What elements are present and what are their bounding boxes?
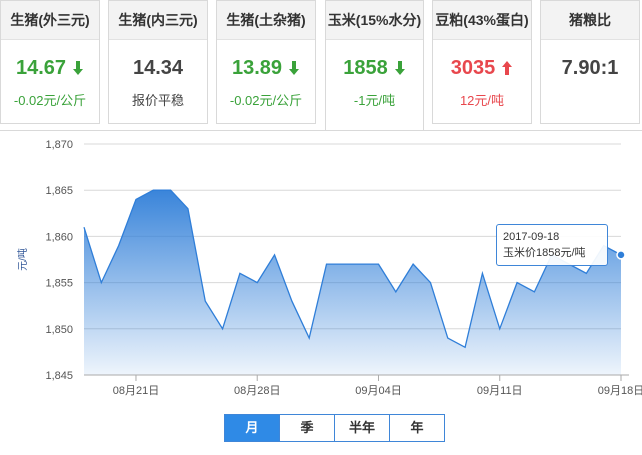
card-value: 14.34 bbox=[132, 57, 184, 79]
arrow-down-icon bbox=[394, 61, 405, 75]
y-tick-label: 1,870 bbox=[45, 139, 73, 151]
chart-tooltip: 2017-09-18 玉米价1858元/吨 bbox=[496, 224, 608, 266]
card-value: 1858 bbox=[326, 57, 423, 80]
card-title: 猪粮比 bbox=[541, 1, 639, 40]
x-tick-label: 09月04日 bbox=[355, 385, 401, 397]
y-tick-label: 1,850 bbox=[45, 324, 73, 336]
arrow-down-icon bbox=[73, 61, 84, 75]
card-title: 生猪(内三元) bbox=[109, 1, 207, 40]
y-tick-label: 1,860 bbox=[45, 231, 73, 243]
card-pig-grain-ratio[interactable]: 猪粮比 7.90:1 bbox=[540, 0, 640, 124]
card-title: 玉米(15%水分) bbox=[326, 1, 423, 40]
arrow-up-icon bbox=[502, 61, 513, 75]
period-halfyear-button[interactable]: 半年 bbox=[334, 414, 390, 442]
card-soymeal[interactable]: 豆粕(43%蛋白) 3035 12元/吨 bbox=[432, 0, 532, 124]
card-title: 生猪(土杂猪) bbox=[217, 1, 315, 40]
price-cards: 生猪(外三元) 14.67 -0.02元/公斤 生猪(内三元) 14.34 报价… bbox=[0, 0, 642, 130]
card-change: 报价平稳 bbox=[131, 93, 184, 108]
highlight-point bbox=[616, 250, 626, 260]
x-tick-label: 08月21日 bbox=[113, 385, 159, 397]
period-selector: 月 季 半年 年 bbox=[224, 414, 445, 442]
tooltip-value: 玉米价1858元/吨 bbox=[503, 247, 586, 259]
card-value: 7.90:1 bbox=[561, 57, 619, 79]
card-change: 12元/吨 bbox=[459, 93, 505, 108]
card-change: -1元/吨 bbox=[353, 93, 396, 108]
tooltip-date: 2017-09-18 bbox=[503, 231, 560, 243]
card-change: -0.02元/公斤 bbox=[229, 93, 303, 108]
x-tick-label: 09月11日 bbox=[477, 385, 523, 397]
x-tick-label: 08月28日 bbox=[234, 385, 280, 397]
period-month-button[interactable]: 月 bbox=[224, 414, 280, 442]
x-tick-label: 09月18日 bbox=[598, 385, 642, 397]
card-pig-mixed[interactable]: 生猪(土杂猪) 13.89 -0.02元/公斤 bbox=[216, 0, 316, 124]
card-value: 3035 bbox=[433, 57, 531, 80]
card-corn[interactable]: 玉米(15%水分) 1858 -1元/吨 bbox=[325, 0, 424, 130]
y-tick-label: 1,855 bbox=[45, 278, 73, 290]
y-tick-label: 1,845 bbox=[45, 370, 73, 382]
y-tick-label: 1,865 bbox=[45, 185, 73, 197]
card-title: 生猪(外三元) bbox=[1, 1, 99, 40]
price-chart[interactable]: 1,845 1,850 1,855 1,860 1,865 1,870 元/吨 08月21日 0… bbox=[0, 131, 642, 455]
period-year-button[interactable]: 年 bbox=[389, 414, 445, 442]
y-axis-label: 元/吨 bbox=[16, 248, 29, 271]
series-area bbox=[84, 190, 621, 375]
card-pig-outer[interactable]: 生猪(外三元) 14.67 -0.02元/公斤 bbox=[0, 0, 100, 124]
card-value: 13.89 bbox=[217, 57, 315, 80]
arrow-down-icon bbox=[289, 61, 300, 75]
price-chart-panel: 1,845 1,850 1,855 1,860 1,865 1,870 元/吨 08月21日 0… bbox=[0, 130, 642, 454]
card-pig-inner[interactable]: 生猪(内三元) 14.34 报价平稳 bbox=[108, 0, 208, 124]
card-change: -0.02元/公斤 bbox=[13, 93, 87, 108]
card-title: 豆粕(43%蛋白) bbox=[433, 1, 531, 40]
period-quarter-button[interactable]: 季 bbox=[279, 414, 335, 442]
card-value: 14.67 bbox=[1, 57, 99, 80]
